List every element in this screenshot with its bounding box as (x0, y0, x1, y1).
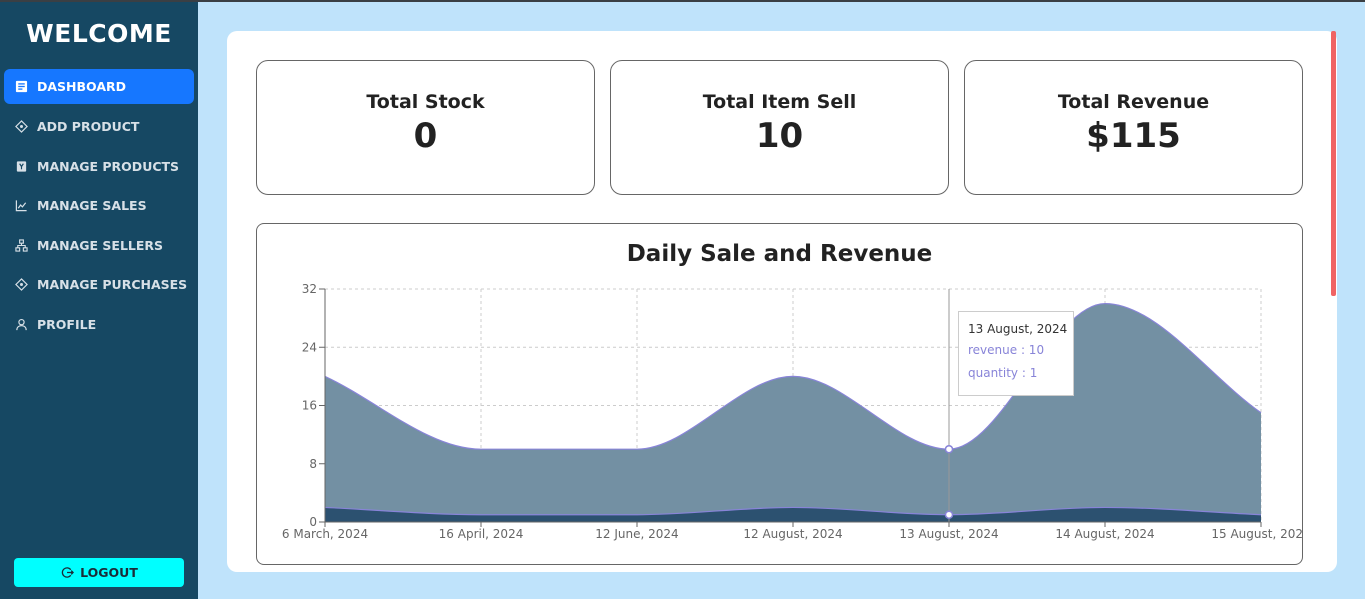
brand-title: WELCOME (26, 19, 172, 48)
tooltip-revenue: revenue : 10 (968, 343, 1045, 357)
product-icon (14, 160, 28, 174)
x-tick-label: 6 March, 2024 (282, 527, 368, 541)
user-icon (14, 318, 28, 332)
stat-title: Total Stock (366, 91, 485, 113)
x-tick-label: 14 August, 2024 (1055, 527, 1154, 541)
x-tick-label: 15 August, 2024 (1211, 527, 1302, 541)
area-chart[interactable]: 081624326 March, 2024 16 April, 2024 12 Ju… (257, 224, 1302, 564)
sidebar-item-label: MANAGE SELLERS (37, 238, 164, 253)
sidebar-item-manage-sales[interactable]: MANAGE SALES (4, 188, 194, 223)
y-tick-label: 8 (309, 457, 317, 471)
stat-title: Total Revenue (1057, 91, 1210, 113)
stat-title: Total Item Sell (702, 91, 857, 113)
sidebar-item-label: PROFILE (37, 317, 97, 332)
window-top-border (0, 0, 1365, 2)
sidebar-item-label: ADD PRODUCT (37, 119, 140, 134)
sidebar-item-manage-sellers[interactable]: MANAGE SELLERS (4, 228, 194, 263)
x-tick-label: 13 August, 2024 (899, 527, 998, 541)
stat-value: 0 (413, 116, 438, 156)
sidebar: WELCOME DASHBOARD ADD PRODUCT MANAGE PRO… (0, 2, 198, 599)
tooltip-title: 13 August, 2024 (968, 322, 1068, 336)
sidebar-item-manage-products[interactable]: MANAGE PRODUCTS (4, 149, 194, 184)
stat-card-total-revenue: Total Revenue $115 (964, 60, 1303, 195)
stat-card-total-stock: Total Stock 0 (256, 60, 595, 195)
logout-button[interactable]: LOGOUT (14, 558, 184, 587)
sidebar-item-label: MANAGE SALES (37, 198, 147, 213)
dashboard-icon (14, 80, 28, 94)
stat-value: 10 (755, 116, 804, 156)
sidebar-item-label: DASHBOARD (37, 79, 127, 94)
y-tick-label: 32 (302, 282, 317, 296)
sidebar-item-dashboard[interactable]: DASHBOARD (4, 69, 194, 104)
y-tick-label: 16 (302, 399, 317, 413)
diamond-plus-icon (14, 278, 28, 292)
stat-value: $115 (1086, 116, 1181, 156)
tooltip-quantity: quantity : 1 (968, 366, 1038, 380)
line-chart-icon (14, 199, 28, 213)
x-tick-label: 16 April, 2024 (439, 527, 524, 541)
y-tick-label: 24 (302, 340, 317, 354)
main-content: Total Stock 0 Total Item Sell 10 Total R… (227, 31, 1337, 572)
sidebar-item-label: MANAGE PRODUCTS (37, 159, 180, 174)
logout-label: LOGOUT (80, 565, 138, 580)
chart-card: Daily Sale and Revenue 0 8 16 24 32 6 March, … (256, 223, 1303, 565)
area-revenue (325, 303, 1261, 522)
sidebar-item-manage-purchases[interactable]: MANAGE PURCHASES (4, 267, 194, 302)
scrollbar-thumb[interactable] (1331, 31, 1336, 296)
active-dot-quantity (944, 510, 954, 519)
logout-icon (60, 566, 74, 580)
stat-card-total-item-sell: Total Item Sell 10 (610, 60, 949, 195)
chart-tooltip: 13 August, 2024 revenue : 10 quantity : … (958, 311, 1074, 396)
sitemap-icon (14, 239, 28, 253)
x-tick-label: 12 June, 2024 (595, 527, 678, 541)
active-dot-revenue (944, 444, 954, 454)
sidebar-item-label: MANAGE PURCHASES (37, 277, 188, 292)
x-tick-label: 12 August, 2024 (743, 527, 842, 541)
sidebar-item-add-product[interactable]: ADD PRODUCT (4, 109, 194, 144)
diamond-plus-icon (14, 120, 28, 134)
sidebar-item-profile[interactable]: PROFILE (4, 307, 194, 342)
